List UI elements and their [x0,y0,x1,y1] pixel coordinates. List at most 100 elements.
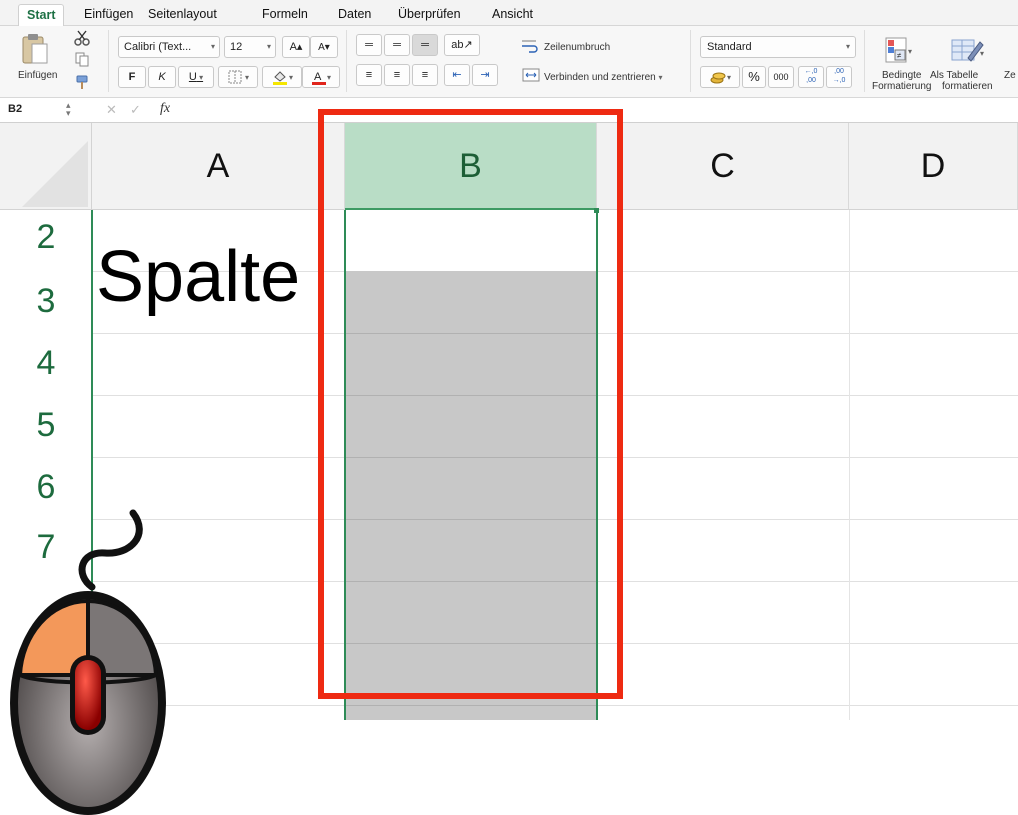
paste-label: Einfügen [18,70,58,81]
align-left-button[interactable]: ≡ [356,64,382,86]
coins-icon [710,72,726,84]
cell-a2-text: Spalte [96,237,301,317]
align-top-button[interactable]: ═ [356,34,382,56]
confirm-check-icon[interactable]: ✓ [130,102,141,118]
column-header-a[interactable]: A [92,123,345,210]
row-header-5[interactable]: 5 [0,406,92,445]
underline-button[interactable]: U ▾ [178,66,214,88]
tab-einfuegen[interactable]: Einfügen [76,4,141,26]
ribbon-separator [864,30,865,92]
orientation-button[interactable]: ab↗ [444,34,480,56]
thousands-button[interactable]: 000 [768,66,794,88]
paste-icon[interactable] [20,32,50,66]
row-header-4[interactable]: 4 [0,344,92,383]
align-bottom-icon: ═ [421,39,429,51]
number-format-select[interactable]: Standard ▾ [700,36,856,58]
currency-button[interactable]: ▾ [700,66,740,88]
increase-indent-button[interactable]: ⇥ [472,64,498,86]
decrease-indent-button[interactable]: ⇤ [444,64,470,86]
align-center-icon: ≡ [393,69,401,81]
tab-ansicht[interactable]: Ansicht [484,4,541,26]
svg-text:A: A [314,71,322,83]
italic-button[interactable]: K [148,66,176,88]
format-as-table-icon[interactable]: ▾ [950,34,986,66]
font-grow-icon: A▴ [289,41,303,53]
font-size-select[interactable]: 12 ▾ [224,36,276,58]
select-all-corner[interactable] [0,123,92,210]
chevron-down-icon: ▾ [658,73,663,82]
cancel-icon[interactable]: ✕ [106,102,117,118]
chevron-down-icon: ▾ [726,73,731,82]
selection-gridline [345,705,597,706]
select-all-triangle-icon [22,141,88,207]
mouse-left-click-icon [10,509,166,815]
text-orientation-icon: ab↗ [451,39,473,51]
font-color-icon: A [311,71,326,86]
conditional-formatting-label-1: Bedingte [882,70,922,81]
ribbon-separator [690,30,691,92]
chevron-down-icon: ▾ [326,73,331,82]
font-grow-button[interactable]: A▴ [282,36,310,58]
cell-styles-label-truncated[interactable]: Ze [1004,70,1016,81]
align-top-icon: ═ [365,39,373,51]
merge-center-button[interactable]: Verbinden und zentrieren ▾ [544,72,663,83]
decrease-decimal-button[interactable]: ,00 →,0 [826,66,852,88]
increase-indent-icon: ⇥ [480,69,490,81]
function-fx-icon[interactable]: fx [160,101,170,117]
tab-ueberpruefen[interactable]: Überprüfen [390,4,469,26]
bold-button[interactable]: F [118,66,146,88]
conditional-formatting-label-2: Formatierung [872,81,932,92]
tab-start[interactable]: Start [18,4,65,26]
fill-color-button[interactable]: ▾ [262,66,302,88]
increase-decimal-icon: ←,0,00 [804,68,818,84]
cut-icon[interactable] [74,30,90,46]
conditional-formatting-icon[interactable]: ≠ ▾ [884,34,916,66]
svg-text:≠: ≠ [897,51,902,60]
name-box-stepper-icon[interactable]: ▴ ▾ [66,101,71,118]
wrap-text-button[interactable]: Zeilenumbruch [544,42,610,53]
column-header-d[interactable]: D [849,123,1018,210]
percent-button[interactable]: % [742,66,766,88]
font-color-button[interactable]: A ▾ [302,66,340,88]
align-middle-icon: ═ [393,39,401,51]
row-header-6[interactable]: 6 [0,468,92,507]
font-name-value: Calibri (Text... [124,41,192,53]
ribbon-separator [108,30,109,92]
format-as-table-label-1: Als Tabelle [930,70,979,81]
column-header-c[interactable]: C [597,123,849,210]
font-size-value: 12 [230,41,243,53]
chevron-down-icon: ▾ [845,42,850,51]
row-header-2[interactable]: 2 [0,218,92,257]
ribbon: Einfügen Calibri (Text... ▾ 12 ▾ A▴ A▾ F… [0,26,1018,98]
ribbon-separator [346,30,347,92]
row-header-3[interactable]: 3 [0,282,92,321]
align-bottom-button[interactable]: ═ [412,34,438,56]
borders-icon [228,70,242,84]
font-shrink-icon: A▾ [318,42,330,53]
svg-text:▾: ▾ [908,47,912,56]
chevron-down-icon: ▾ [210,42,215,51]
fill-bucket-icon [272,71,287,86]
align-middle-button[interactable]: ═ [384,34,410,56]
tab-seitenlayout[interactable]: Seitenlayout [140,4,225,26]
font-shrink-button[interactable]: A▾ [310,36,338,58]
svg-text:▾: ▾ [980,49,984,58]
tab-daten[interactable]: Daten [330,4,379,26]
copy-icon[interactable] [74,51,90,67]
chevron-down-icon: ▾ [244,73,249,82]
chevron-down-icon: ▾ [196,73,204,82]
format-painter-icon[interactable] [74,74,90,90]
name-box[interactable]: B2 [8,103,22,115]
align-center-button[interactable]: ≡ [384,64,410,86]
align-right-icon: ≡ [421,69,429,81]
wrap-text-icon [522,40,538,53]
align-left-icon: ≡ [365,69,373,81]
highlight-frame [318,109,623,699]
increase-decimal-button[interactable]: ←,0,00 [798,66,824,88]
align-right-button[interactable]: ≡ [412,64,438,86]
number-format-value: Standard [707,41,752,53]
font-name-select[interactable]: Calibri (Text... ▾ [118,36,220,58]
tab-formeln[interactable]: Formeln [254,4,316,26]
borders-button[interactable]: ▾ [218,66,258,88]
decrease-indent-icon: ⇤ [452,69,462,81]
